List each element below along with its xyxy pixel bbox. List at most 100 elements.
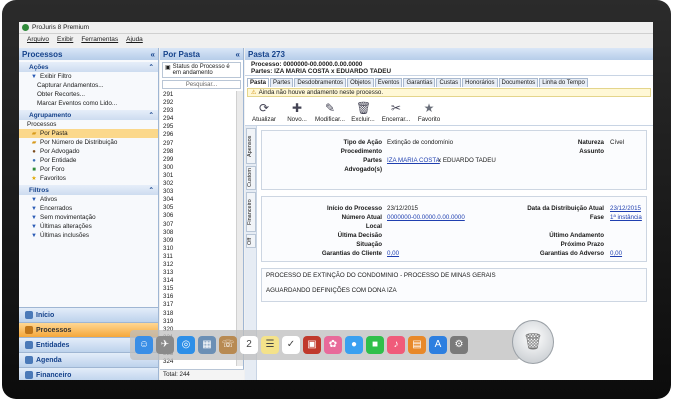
novo-button[interactable]: ✚ Novo... [284,101,310,123]
group-por-advogado[interactable]: ● Por Advogado [19,147,158,156]
collapse-left-icon[interactable]: « [151,50,155,59]
folder-list-item[interactable]: 306 [162,212,232,220]
vtab-off[interactable]: Off [246,234,256,248]
atualizar-button[interactable]: ⟳ Atualizar [251,101,277,123]
tab-documentos[interactable]: Documentos [498,78,539,87]
folder-list-item[interactable]: 318 [162,310,232,318]
group-por-foro[interactable]: ■ Por Foro [19,165,158,174]
partes-link[interactable]: IZA MARIA COSTA [387,157,440,164]
folder-list-item[interactable]: 308 [162,229,232,237]
folder-list-item[interactable]: 303 [162,188,232,196]
messages-icon[interactable]: ● [345,336,363,354]
list-scrollbar[interactable] [236,91,243,366]
garantias-cliente-link[interactable]: 0,00 [387,250,399,257]
contacts-icon[interactable]: ☏ [219,336,237,354]
itunes-icon[interactable]: ♪ [387,336,405,354]
folder-list-item[interactable]: 297 [162,140,232,148]
filter-ultimas-alteracoes[interactable]: ▼ Últimas alterações [19,222,158,231]
folder-list-item[interactable]: 299 [162,156,232,164]
data-distribuicao-link[interactable]: 23/12/2015 [610,205,641,212]
filter-encerrados[interactable]: ▼ Encerrados [19,204,158,213]
system-preferences-icon[interactable]: ⚙ [450,336,468,354]
fase-link[interactable]: 1ª instância [610,214,642,221]
numero-link[interactable]: 0000000-00.0000.0.00.0000 [387,214,465,221]
preview-icon[interactable]: ▦ [198,336,216,354]
group-por-entidade[interactable]: ● Por Entidade [19,156,158,165]
folder-list-item[interactable]: 305 [162,204,232,212]
tab-eventos[interactable]: Eventos [374,78,403,87]
menu-ferramentas[interactable]: Ferramentas [81,36,118,43]
vtab-apensos[interactable]: Apensos [246,128,256,164]
folder-list-item[interactable]: 300 [162,164,232,172]
folder-list-item[interactable]: 292 [162,99,232,107]
tab-partes[interactable]: Partes [270,78,294,87]
section-acoes[interactable]: Ações ⌃ [19,62,158,72]
folder-list-item[interactable]: 316 [162,293,232,301]
tab-desdobramentos[interactable]: Desdobramentos [294,78,347,87]
collapse-middle-icon[interactable]: « [236,50,240,59]
facetime-icon[interactable]: ■ [366,336,384,354]
vtab-custom[interactable]: Custom [246,166,256,190]
trash-icon[interactable]: 🗑 [512,320,554,364]
folder-list-item[interactable]: 310 [162,245,232,253]
folder-list-item[interactable]: 313 [162,269,232,277]
folder-list-item[interactable]: 298 [162,148,232,156]
folder-list-item[interactable]: 296 [162,131,232,139]
safari-icon[interactable]: ◎ [177,336,195,354]
menu-arquivo[interactable]: Arquivo [27,36,49,43]
folder-list-item[interactable]: 314 [162,277,232,285]
notes-icon[interactable]: ☰ [261,336,279,354]
group-por-pasta[interactable]: ▰ Por Pasta [19,129,158,138]
encerrar-button[interactable]: ✂ Encerrar... [382,101,411,123]
folder-list-item[interactable]: 302 [162,180,232,188]
folder-list-item[interactable]: 293 [162,107,232,115]
group-por-numero[interactable]: ▰ Por Número de Distribuição [19,138,158,147]
folder-list-item[interactable]: 301 [162,172,232,180]
folder-list-item[interactable]: 315 [162,285,232,293]
folder-list-item[interactable]: 309 [162,237,232,245]
search-input[interactable]: Pesquisar... [162,80,241,89]
finder-icon[interactable]: ☺ [135,336,153,354]
launchpad-icon[interactable]: ✈ [156,336,174,354]
vtab-financeiro[interactable]: Financeiro [246,192,256,232]
tab-linha-do-tempo[interactable]: Linha do Tempo [539,78,588,87]
folder-list-item[interactable]: 317 [162,301,232,309]
folder-list-item[interactable]: 319 [162,318,232,326]
tab-custas[interactable]: Custas [436,78,462,87]
photo-booth-icon[interactable]: ▣ [303,336,321,354]
reminders-icon[interactable]: ✓ [282,336,300,354]
filter-sem-movimentacao[interactable]: ▼ Sem movimentação [19,213,158,222]
ibooks-icon[interactable]: ▤ [408,336,426,354]
folder-list-item[interactable]: 291 [162,91,232,99]
garantias-adverso-link[interactable]: 0,00 [610,250,622,257]
group-processos[interactable]: Processos [19,120,158,129]
favorito-button[interactable]: ★ Favorito [416,101,442,123]
tab-honorarios[interactable]: Honorários [462,78,498,87]
status-filter-box[interactable]: ▣ Status do Processo é em andamento [162,62,241,78]
excluir-button[interactable]: 🗑 Excluir... [350,101,376,123]
tab-garantias[interactable]: Garantias [403,78,436,87]
folder-list-item[interactable]: 295 [162,123,232,131]
action-marcar-eventos[interactable]: Marcar Eventos como Lido... [19,99,158,108]
photos-icon[interactable]: ✿ [324,336,342,354]
tab-pasta[interactable]: Pasta [247,78,270,87]
calendar-icon[interactable]: 2 [240,336,258,354]
folder-list-item[interactable]: 311 [162,253,232,261]
section-filtros[interactable]: Filtros ⌃ [19,185,158,195]
nav-financeiro[interactable]: Financeiro [19,367,158,380]
app-store-icon[interactable]: A [429,336,447,354]
filter-ultimas-inclusoes[interactable]: ▼ Últimas inclusões [19,231,158,240]
menu-exibir[interactable]: Exibir [57,36,73,43]
filter-ativos[interactable]: ▼ Ativos [19,195,158,204]
action-exibir-filtro[interactable]: ▼ Exibir Filtro [19,72,158,81]
menu-ajuda[interactable]: Ajuda [126,36,143,43]
modificar-button[interactable]: ✎ Modificar... [315,101,345,123]
folder-list-item[interactable]: 312 [162,261,232,269]
action-capturar-andamentos[interactable]: Capturar Andamentos... [19,81,158,90]
action-obter-recortes[interactable]: Obter Recortes... [19,90,158,99]
folder-list-item[interactable]: 294 [162,115,232,123]
folder-list-item[interactable]: 307 [162,221,232,229]
section-agrupamento[interactable]: Agrupamento ⌃ [19,110,158,120]
tab-objetos[interactable]: Objetos [347,78,374,87]
folder-list-item[interactable]: 304 [162,196,232,204]
